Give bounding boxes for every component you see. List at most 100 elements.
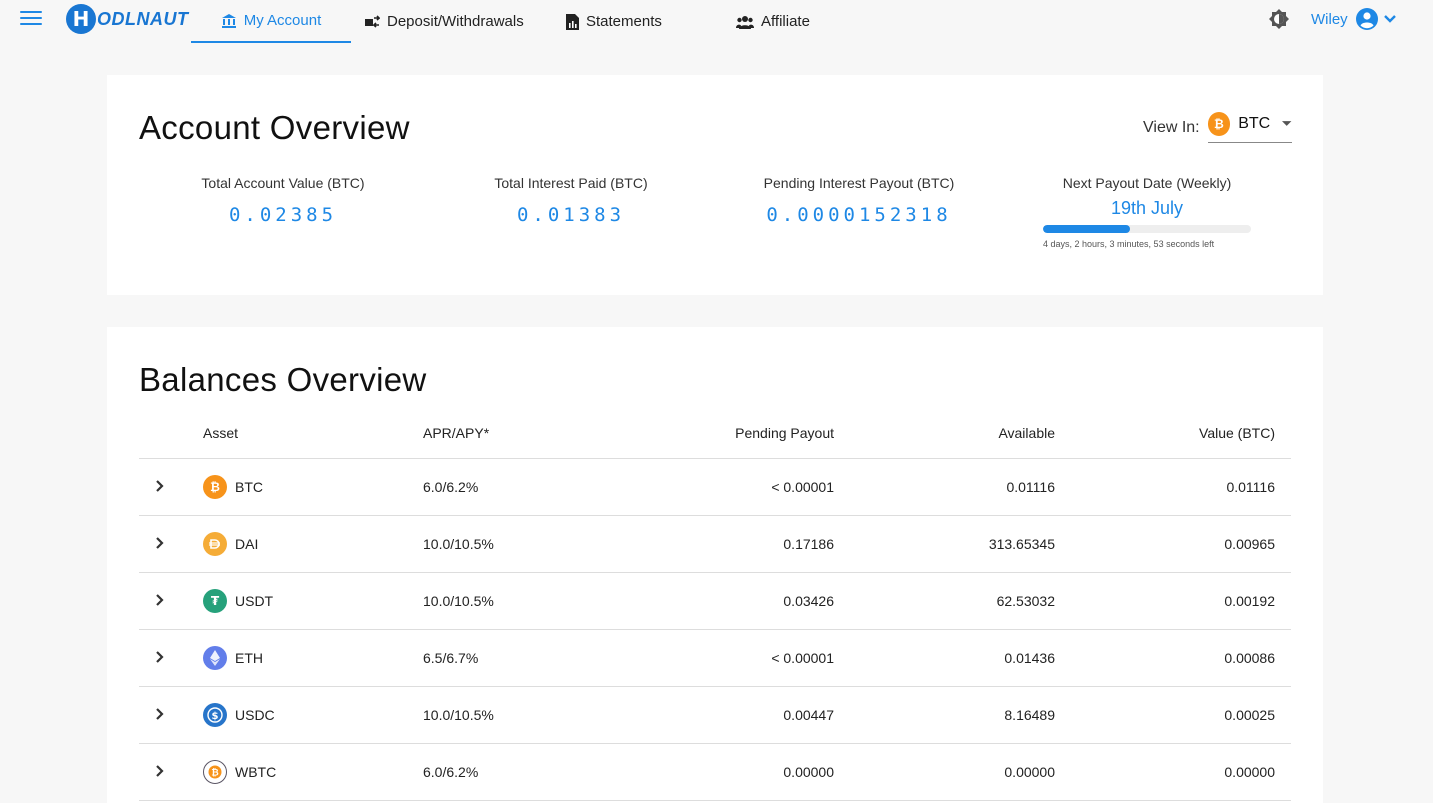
available-value: 0.00000 [1004, 764, 1055, 780]
payout-label: Next Payout Date (Weekly) [1062, 175, 1232, 191]
theme-toggle-icon[interactable] [1267, 7, 1291, 31]
table-row[interactable]: ₿ WBTC 6.0/6.2% 0.00000 0.00000 0.00000 [139, 744, 1291, 801]
btc-value: 0.00192 [1224, 593, 1275, 609]
next-payout: Next Payout Date (Weekly) 19th July 4 da… [1043, 175, 1251, 249]
transfer-icon [365, 14, 380, 28]
table-row[interactable]: $ USDC 10.0/10.5% 0.00447 8.16489 0.0002… [139, 687, 1291, 744]
payout-progress-bar [1043, 225, 1251, 233]
pending-value: 0.00447 [783, 707, 834, 723]
asset-name: USDT [235, 593, 274, 609]
chevron-right-icon[interactable] [155, 707, 165, 721]
tab-label: Statements [586, 13, 662, 30]
pending-value: 0.17186 [783, 536, 834, 552]
tab-affiliate[interactable]: Affiliate [736, 0, 810, 43]
usdt-icon: ₮ [203, 589, 227, 613]
btc-value: 0.00965 [1224, 536, 1275, 552]
asset-name: USDC [235, 707, 275, 723]
tab-statements[interactable]: Statements [566, 0, 662, 43]
caret-down-icon [1282, 121, 1292, 126]
apr-value: 10.0/10.5% [423, 707, 494, 723]
stat-value: 0.02385 [228, 204, 338, 226]
stat-value: 0.01383 [516, 204, 626, 226]
chevron-right-icon[interactable] [155, 764, 165, 778]
balances-overview-card: Balances Overview Asset APR/APY* Pending… [107, 327, 1323, 803]
apr-value: 6.0/6.2% [423, 479, 479, 495]
btc-value: 0.00000 [1224, 764, 1275, 780]
tab-label: Affiliate [761, 13, 810, 30]
logo-mark: H [66, 4, 96, 34]
currency-value: BTC [1238, 115, 1271, 132]
chevron-right-icon[interactable] [155, 650, 165, 664]
btc-icon: ₿ [1207, 112, 1231, 136]
svg-text:₿: ₿ [211, 768, 218, 779]
pending-value: 0.00000 [783, 764, 834, 780]
usdc-icon: $ [203, 703, 227, 727]
top-navigation: H ODLNAUT My Account Deposit/Withdrawals… [0, 0, 1433, 43]
apr-value: 10.0/10.5% [423, 593, 494, 609]
btc-value: 0.01116 [1226, 479, 1275, 495]
available-value: 313.65345 [988, 536, 1055, 552]
hodlnaut-logo[interactable]: H ODLNAUT [66, 3, 189, 35]
section-title: Balances Overview [139, 361, 427, 398]
tab-my-account[interactable]: My Account [191, 0, 351, 43]
stat-value: 0.0000152318 [766, 204, 952, 226]
btc-value: 0.00086 [1224, 650, 1275, 666]
document-chart-icon [566, 13, 579, 30]
logo-text: ODLNAUT [97, 8, 189, 29]
stat-label: Total Interest Paid (BTC) [494, 175, 648, 191]
table-row[interactable]: ETH 6.5/6.7% < 0.00001 0.01436 0.00086 [139, 630, 1291, 687]
eth-icon [203, 646, 227, 670]
dai-icon [203, 532, 227, 556]
table-header: Asset APR/APY* Pending Payout Available … [139, 407, 1291, 459]
view-in-label: View In: [1143, 118, 1200, 136]
asset-name: WBTC [235, 764, 277, 780]
available-value: 0.01436 [1004, 650, 1055, 666]
tab-deposit-withdrawals[interactable]: Deposit/Withdrawals [364, 0, 524, 43]
btc-icon: ₿ [203, 475, 227, 499]
chevron-down-icon [1383, 15, 1396, 23]
tab-label: Deposit/Withdrawals [387, 13, 524, 30]
asset-name: DAI [235, 536, 259, 552]
payout-date: 19th July [1110, 198, 1184, 218]
header-asset: Asset [203, 424, 239, 441]
stat-label: Pending Interest Payout (BTC) [763, 175, 955, 191]
user-name: Wiley [1311, 10, 1348, 28]
available-value: 8.16489 [1004, 707, 1055, 723]
btc-value: 0.00025 [1224, 707, 1275, 723]
total-interest-paid: Total Interest Paid (BTC) 0.01383 [431, 175, 711, 226]
pending-value: 0.03426 [783, 593, 834, 609]
account-circle-icon [1355, 8, 1378, 30]
table-row[interactable]: DAI 10.0/10.5% 0.17186 313.65345 0.00965 [139, 516, 1291, 573]
apr-value: 6.5/6.7% [423, 650, 479, 666]
tab-label: My Account [243, 12, 322, 29]
payout-progress-fill [1043, 225, 1131, 233]
pending-value: < 0.00001 [771, 650, 834, 666]
pending-value: < 0.00001 [771, 479, 834, 495]
bank-icon [221, 13, 236, 28]
available-value: 62.53032 [996, 593, 1055, 609]
table-row[interactable]: ₮ USDT 10.0/10.5% 0.03426 62.53032 0.0019… [139, 573, 1291, 630]
header-available: Available [998, 424, 1055, 441]
table-row[interactable]: ₿ BTC 6.0/6.2% < 0.00001 0.01116 0.01116 [139, 459, 1291, 516]
chevron-right-icon[interactable] [155, 479, 165, 493]
account-overview-card: Account Overview View In: ₿ BTC Total Ac… [107, 75, 1323, 295]
wbtc-icon: ₿ [203, 760, 227, 784]
stat-label: Total Account Value (BTC) [201, 175, 365, 191]
payout-time-remaining: 4 days, 2 hours, 3 minutes, 53 seconds l… [1043, 239, 1215, 249]
currency-select[interactable]: ₿ BTC [1207, 112, 1292, 143]
header-apr: APR/APY* [423, 424, 490, 441]
balances-table: Asset APR/APY* Pending Payout Available … [139, 407, 1291, 801]
pending-interest-payout: Pending Interest Payout (BTC) 0.00001523… [719, 175, 999, 226]
apr-value: 10.0/10.5% [423, 536, 494, 552]
asset-name: BTC [235, 479, 263, 495]
menu-icon[interactable] [20, 11, 42, 27]
view-in-control: View In: ₿ BTC [1143, 112, 1292, 143]
chevron-right-icon[interactable] [155, 536, 165, 550]
available-value: 0.01116 [1006, 479, 1055, 495]
chevron-right-icon[interactable] [155, 593, 165, 607]
header-value-btc: Value (BTC) [1199, 424, 1275, 441]
apr-value: 6.0/6.2% [423, 764, 479, 780]
page-title: Account Overview [139, 109, 410, 146]
svg-text:$: $ [212, 711, 219, 722]
user-menu[interactable]: Wiley [1311, 7, 1397, 31]
